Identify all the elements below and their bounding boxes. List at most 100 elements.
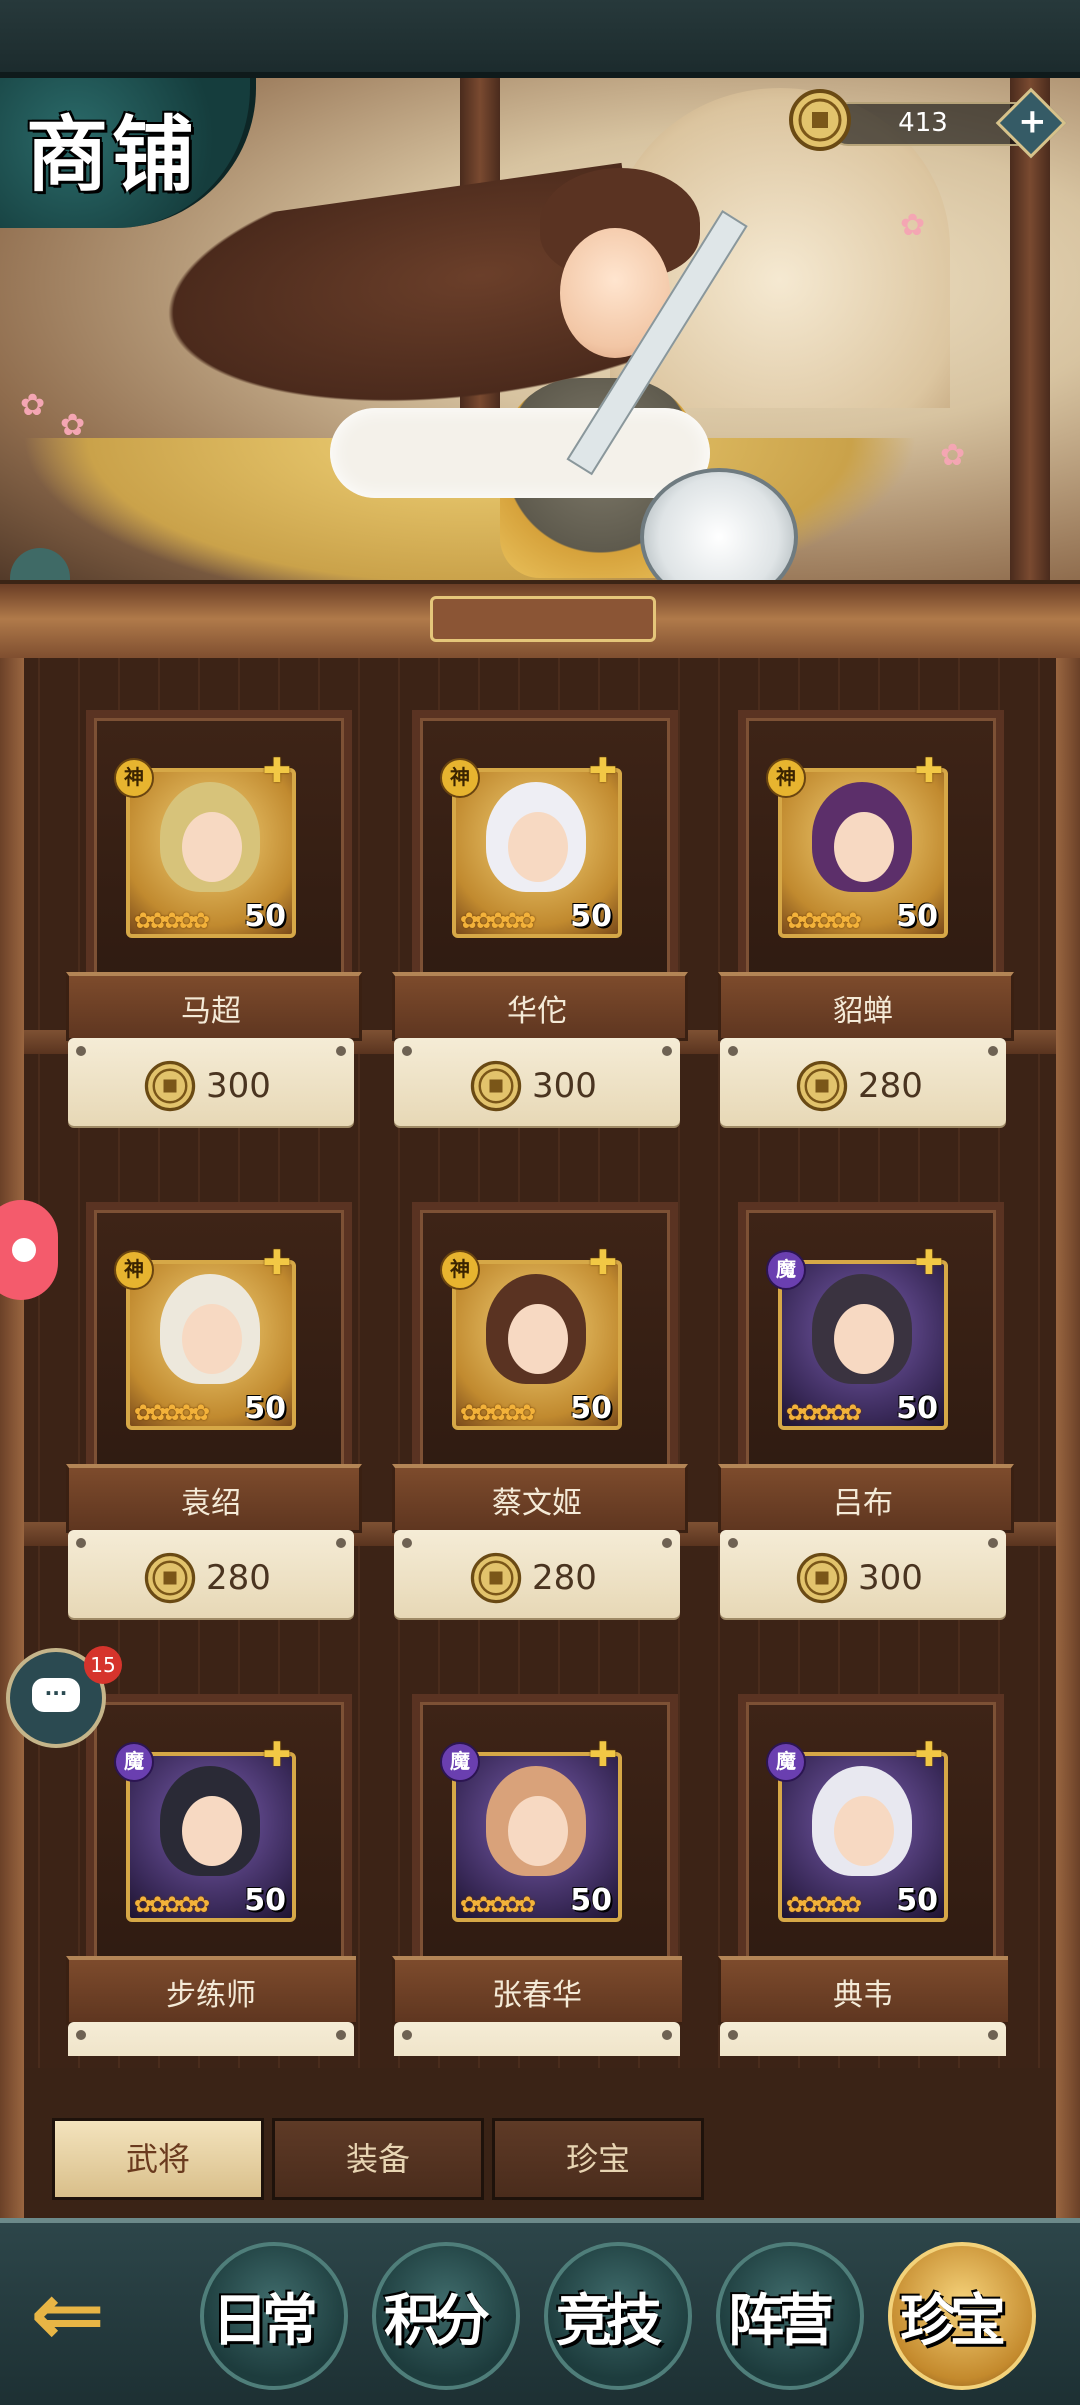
fragment-icon: ✚ (914, 751, 944, 791)
hero-name: 吕布 (833, 1486, 893, 1521)
hero-portrait: ✿✿✿✿✿ 50 (126, 1260, 296, 1430)
price-tag[interactable] (394, 2022, 680, 2056)
faction-badge: 神 (114, 758, 154, 798)
coin-icon (144, 1060, 196, 1112)
nav-daily[interactable]: 日常 (200, 2242, 348, 2390)
hero-portrait: ✿✿✿✿✿ 50 (778, 1260, 948, 1430)
hero-name: 步练师 (166, 1978, 256, 2013)
hero-price: 300 (532, 1066, 597, 1106)
nav-daily-label: 日常 (212, 2288, 318, 2354)
shop-rail (0, 580, 1080, 666)
hero-level: 50 (570, 1391, 612, 1426)
hero-name: 蔡文姬 (492, 1486, 582, 1521)
hero-price: 280 (858, 1066, 923, 1106)
hero-card[interactable]: ✿✿✿✿✿ 50 神 ✚ 袁绍 280 (66, 1202, 362, 1622)
hero-card[interactable]: ✿✿✿✿✿ 50 神 ✚ 貂蝉 280 (718, 710, 1014, 1130)
back-arrow-icon[interactable]: ⇐ (30, 2270, 170, 2360)
hero-level: 50 (570, 1883, 612, 1918)
faction-badge: 魔 (766, 1742, 806, 1782)
price-tag[interactable] (68, 2022, 354, 2056)
currency-display: 413 + (788, 87, 1067, 159)
chat-icon: ··· (32, 1678, 80, 1712)
hero-portrait: ✿✿✿✿✿ 50 (452, 1752, 622, 1922)
hero-portrait: ✿✿✿✿✿ 50 (126, 768, 296, 938)
nav-treasures[interactable]: 珍宝 (888, 2242, 1036, 2390)
hero-card[interactable]: ✿✿✿✿✿ 50 魔 ✚ 步练师 (66, 1694, 356, 2056)
status-strip (0, 0, 1080, 78)
hero-card[interactable]: ✿✿✿✿✿ 50 神 ✚ 马超 300 (66, 710, 362, 1130)
coin-icon (796, 1552, 848, 1604)
hero-card[interactable]: ✿✿✿✿✿ 50 魔 ✚ 张春华 (392, 1694, 682, 2056)
hero-card[interactable]: ✿✿✿✿✿ 50 魔 ✚ 吕布 300 (718, 1202, 1014, 1622)
nav-treasures-label: 珍宝 (900, 2288, 1006, 2354)
hero-level: 50 (896, 1391, 938, 1426)
page-title: 商铺 (26, 107, 199, 203)
fragment-icon: ✚ (588, 751, 618, 791)
coin-icon (470, 1552, 522, 1604)
hero-name: 袁绍 (181, 1486, 241, 1521)
panel-side-right (1056, 658, 1080, 2218)
nav-points[interactable]: 积分 (372, 2242, 520, 2390)
hero-price: 300 (858, 1558, 923, 1598)
hero-card[interactable]: ✿✿✿✿✿ 50 魔 ✚ 典韦 (718, 1694, 1008, 2056)
faction-badge: 魔 (440, 1742, 480, 1782)
hero-level: 50 (896, 899, 938, 934)
hero-name: 华佗 (507, 994, 567, 1029)
hero-portrait: ✿✿✿✿✿ 50 (452, 1260, 622, 1430)
fragment-icon: ✚ (262, 1735, 292, 1775)
gamepad-icon (12, 1238, 36, 1262)
fragment-icon: ✚ (914, 1243, 944, 1283)
nav-faction-label: 阵营 (728, 2288, 834, 2354)
fragment-icon: ✚ (914, 1735, 944, 1775)
star-icons: ✿✿✿✿✿ (134, 909, 210, 934)
star-icons: ✿✿✿✿✿ (786, 1401, 862, 1426)
hero-portrait: ✿✿✿✿✿ 50 (778, 768, 948, 938)
panel-side-left (0, 658, 24, 2218)
tab-treasures[interactable]: 珍宝 (492, 2118, 704, 2200)
faction-badge: 神 (440, 758, 480, 798)
fragment-icon: ✚ (262, 1243, 292, 1283)
nav-arena[interactable]: 竞技 (544, 2242, 692, 2390)
hero-name: 马超 (181, 994, 241, 1029)
hero-name: 典韦 (833, 1978, 893, 2013)
star-icons: ✿✿✿✿✿ (786, 1893, 862, 1918)
faction-badge: 神 (766, 758, 806, 798)
hero-level: 50 (896, 1883, 938, 1918)
faction-badge: 魔 (114, 1742, 154, 1782)
hero-portrait: ✿✿✿✿✿ 50 (126, 1752, 296, 1922)
fragment-icon: ✚ (588, 1735, 618, 1775)
hero-name: 貂蝉 (833, 994, 893, 1029)
fragment-icon: ✚ (262, 751, 292, 791)
star-icons: ✿✿✿✿✿ (134, 1401, 210, 1426)
hero-card[interactable]: ✿✿✿✿✿ 50 神 ✚ 华佗 300 (392, 710, 688, 1130)
hero-portrait: ✿✿✿✿✿ 50 (452, 768, 622, 938)
currency-amount: 413 (898, 108, 948, 138)
star-icons: ✿✿✿✿✿ (460, 1401, 536, 1426)
add-currency-button[interactable]: + (995, 87, 1067, 159)
nav-points-label: 积分 (384, 2288, 490, 2354)
nav-faction[interactable]: 阵营 (716, 2242, 864, 2390)
hero-portrait: ✿✿✿✿✿ 50 (778, 1752, 948, 1922)
hero-level: 50 (244, 1391, 286, 1426)
hero-level: 50 (570, 899, 612, 934)
price-tag[interactable] (720, 2022, 1006, 2056)
faction-badge: 魔 (766, 1250, 806, 1290)
hero-name: 张春华 (492, 1978, 582, 2013)
tab-equipment[interactable]: 装备 (272, 2118, 484, 2200)
coin-icon (796, 1060, 848, 1112)
star-icons: ✿✿✿✿✿ (134, 1893, 210, 1918)
hero-price: 280 (206, 1558, 271, 1598)
chat-button[interactable]: ··· 15 (6, 1646, 122, 1748)
hero-card[interactable]: ✿✿✿✿✿ 50 神 ✚ 蔡文姬 280 (392, 1202, 688, 1622)
nav-arena-label: 竞技 (556, 2288, 662, 2354)
coin-icon (789, 89, 851, 151)
faction-badge: 神 (440, 1250, 480, 1290)
fragment-icon: ✚ (588, 1243, 618, 1283)
hero-level: 50 (244, 1883, 286, 1918)
tab-heroes[interactable]: 武将 (52, 2118, 264, 2200)
hero-level: 50 (244, 899, 286, 934)
coin-icon (144, 1552, 196, 1604)
star-icons: ✿✿✿✿✿ (786, 909, 862, 934)
star-icons: ✿✿✿✿✿ (460, 909, 536, 934)
floating-game-button[interactable] (0, 1200, 58, 1300)
